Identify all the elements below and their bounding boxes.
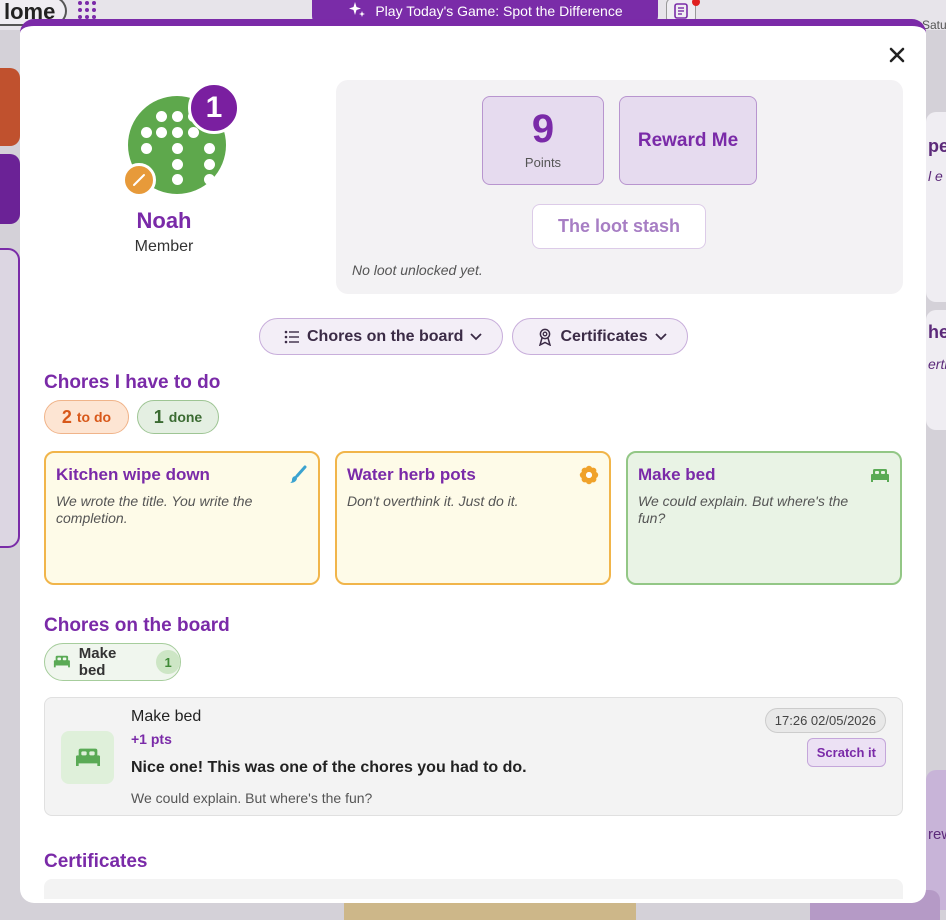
profile-role: Member [134,238,194,255]
points-label: Points [524,155,562,170]
avatar: 1 [122,82,240,197]
section-jump-row: Chores on the board Certificates [259,318,688,355]
todo-section-title: Chores I have to do [44,372,221,393]
entry-points: +1 pts [131,731,172,747]
points-panel: 9 Points Reward Me The loot stash No loo… [336,80,903,294]
certificates-section-title: Certificates [44,851,148,872]
level-badge: 1 [188,82,240,134]
jump-board-label: Chores on the board [307,327,464,345]
board-section-title: Chores on the board [44,615,230,636]
close-icon [889,47,905,63]
award-icon [539,328,552,346]
chore-desc: We could explain. But where's the fun? [638,493,849,526]
entry-desc: We could explain. But where's the fun? [131,790,373,806]
board-entry: Make bed +1 pts Nice one! This was one o… [44,697,903,816]
entry-title: Make bed [131,708,202,725]
background-right-text-2: l e [928,168,943,184]
bed-icon [61,731,114,784]
background-right-text-1: pe [928,136,946,156]
grid-icon [76,0,100,20]
jump-board-button[interactable]: Chores on the board [259,318,504,355]
board-chip-label: Make bed [78,645,117,679]
jump-certificates-button[interactable]: Certificates [512,318,688,355]
chevron-down-icon [654,332,667,340]
chore-card[interactable]: Kitchen wipe down We wrote the title. Yo… [44,451,320,585]
done-filter-pill[interactable]: 1 done [137,400,219,434]
chore-title: Kitchen wipe down [56,465,210,484]
member-profile-modal: 1 Noah Member 9 Points Reward Me The loo… [20,19,926,903]
points-value: 9 [531,107,555,151]
reward-me-button[interactable]: Reward Me [619,96,757,185]
background-card-purple [0,154,20,224]
chore-card[interactable]: Water herb pots Don't overthink it. Just… [335,451,611,585]
todo-filter-pill[interactable]: 2 to do [44,400,129,434]
brush-icon [290,465,307,483]
list-icon [284,330,299,343]
background-right-text-5: rew [928,826,946,843]
background-left-panel [0,248,20,548]
profile-summary: 1 Noah Member [112,82,242,256]
flower-icon [579,465,599,485]
jump-certificates-label: Certificates [560,327,648,345]
pencil-icon [133,174,145,186]
background-right-text-3: he [928,322,946,342]
profile-name: Noah [136,208,192,233]
background-card-red [0,68,20,146]
done-label: done [168,409,203,425]
chore-desc: We wrote the title. You write the comple… [56,493,253,526]
loot-note: No loot unlocked yet. [352,262,483,278]
chore-title: Make bed [638,465,716,484]
chore-desc: Don't overthink it. Just do it. [347,493,519,509]
background-right-text-4: erth [928,356,946,372]
chevron-down-icon [470,332,483,340]
bed-icon [53,655,70,668]
points-box: 9 Points [482,96,604,185]
certificates-list [44,879,903,899]
chore-card[interactable]: Make bed We could explain. But where's t… [626,451,902,585]
board-chip-count: 1 [156,650,180,674]
loot-stash-button[interactable]: The loot stash [532,204,706,249]
chore-title: Water herb pots [347,465,476,484]
board-chip-make-bed[interactable]: Make bed 1 [44,643,181,681]
edit-avatar-button[interactable] [122,163,156,197]
play-game-label: Play Today's Game: Spot the Difference [375,3,623,19]
scratch-it-button[interactable]: Scratch it [806,738,886,767]
entry-message: Nice one! This was one of the chores you… [131,759,527,776]
bed-icon [871,469,889,482]
close-button[interactable] [886,44,908,66]
done-count: 1 [153,406,164,427]
todo-count: 2 [61,406,72,427]
todo-label: to do [76,409,112,425]
entry-timestamp: 17:26 02/05/2026 [764,708,886,733]
